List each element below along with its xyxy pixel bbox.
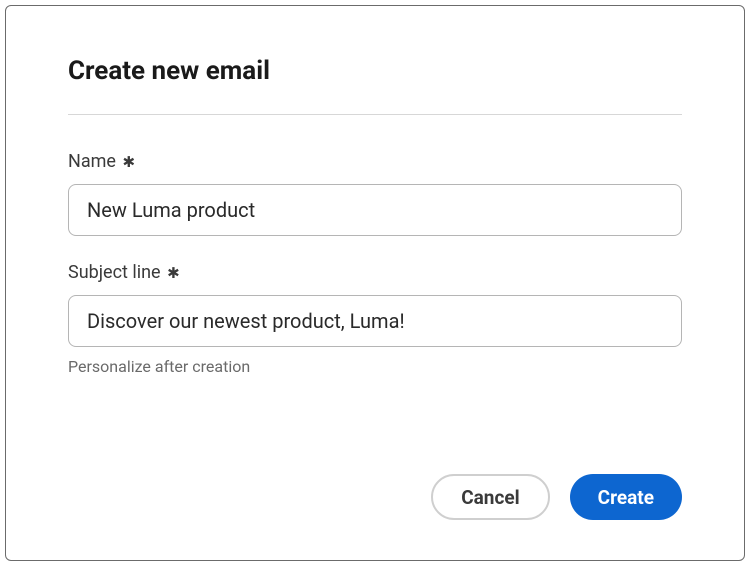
subject-input[interactable] bbox=[68, 295, 682, 347]
subject-label-text: Subject line bbox=[68, 262, 161, 283]
create-button[interactable]: Create bbox=[570, 474, 682, 520]
required-asterisk-icon: ✱ bbox=[167, 264, 180, 282]
name-label-text: Name bbox=[68, 151, 116, 172]
subject-label: Subject line ✱ bbox=[68, 262, 682, 283]
name-label: Name ✱ bbox=[68, 151, 682, 172]
name-field-group: Name ✱ bbox=[68, 151, 682, 236]
subject-help-text: Personalize after creation bbox=[68, 357, 682, 376]
cancel-button[interactable]: Cancel bbox=[431, 474, 549, 520]
dialog-title: Create new email bbox=[68, 56, 682, 86]
create-email-dialog: Create new email Name ✱ Subject line ✱ P… bbox=[5, 5, 745, 561]
button-row: Cancel Create bbox=[68, 454, 682, 520]
divider bbox=[68, 114, 682, 115]
subject-field-group: Subject line ✱ Personalize after creatio… bbox=[68, 262, 682, 376]
required-asterisk-icon: ✱ bbox=[122, 153, 135, 171]
name-input[interactable] bbox=[68, 184, 682, 236]
